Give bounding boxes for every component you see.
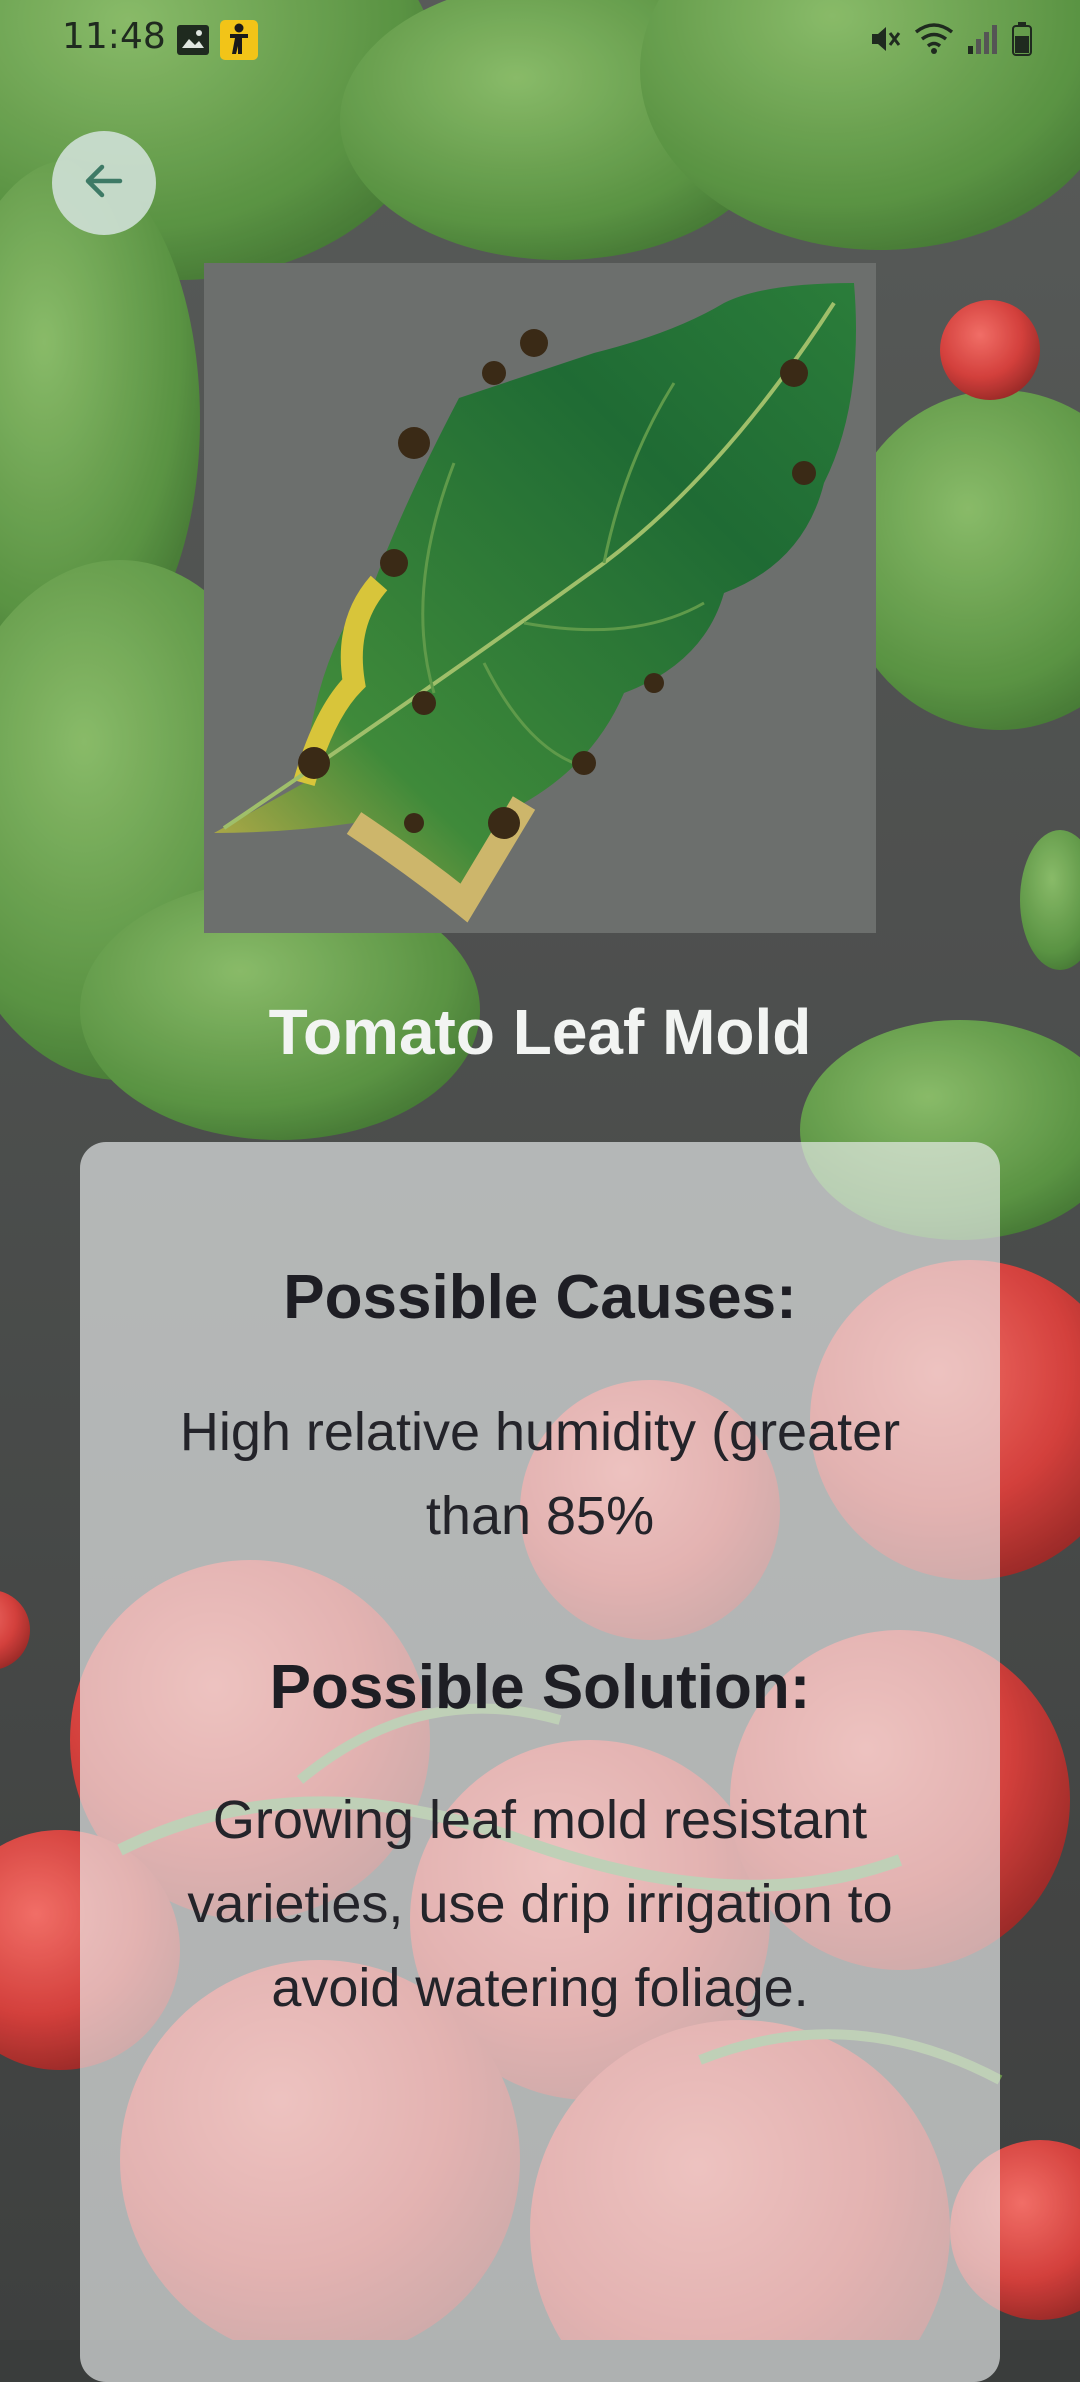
accessibility-icon	[220, 20, 258, 65]
solution-heading: Possible Solution:	[269, 1653, 811, 1722]
back-button[interactable]	[52, 131, 156, 235]
arrow-left-icon	[80, 157, 128, 210]
wifi-icon	[914, 22, 954, 61]
signal-icon	[966, 22, 1000, 61]
causes-heading: Possible Causes:	[283, 1263, 797, 1332]
disease-photo	[204, 263, 876, 933]
causes-text: High relative humidity (greater than 85%	[179, 1402, 901, 1546]
status-bar: 11:48	[0, 0, 1080, 80]
solution-text: Growing leaf mold resistant varieties, u…	[187, 1790, 893, 2018]
disease-title: Tomato Leaf Mold	[268, 996, 812, 1068]
status-right-icons	[868, 22, 1032, 61]
gallery-icon	[176, 24, 210, 61]
info-card: Possible Causes: High relative humidity …	[80, 1142, 1000, 2382]
status-time: 11:48	[62, 16, 166, 57]
mute-icon	[868, 22, 902, 61]
battery-icon	[1012, 22, 1032, 61]
leaf-photo	[204, 263, 876, 933]
